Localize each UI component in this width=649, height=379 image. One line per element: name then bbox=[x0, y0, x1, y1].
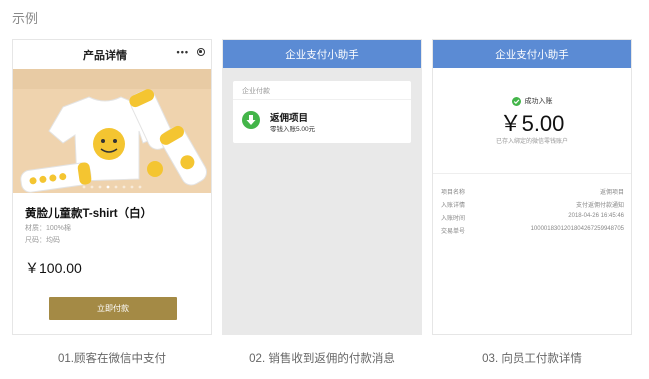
detail-value: 支付返佣付款通知 bbox=[575, 203, 624, 209]
message-title: 返佣项目 bbox=[270, 113, 309, 124]
detail-value: 返佣项目 bbox=[599, 190, 624, 196]
card-label: 企业付款 bbox=[242, 88, 270, 95]
section-title: 示例 bbox=[12, 11, 39, 26]
card-divider bbox=[233, 99, 411, 100]
product-material: 材质：100%棉 bbox=[25, 225, 71, 232]
carousel-dot[interactable] bbox=[138, 185, 142, 189]
product-name: 黄脸儿童款T-shirt（白） bbox=[25, 208, 153, 220]
carousel-dot[interactable] bbox=[90, 185, 94, 189]
assistant-header: 企业支付小助手 bbox=[223, 40, 421, 68]
page-title: 产品详情 bbox=[83, 49, 127, 62]
payment-message-screen: 企业支付小助手 企业付款 返佣项目 零钱入账5.00元 bbox=[222, 39, 422, 335]
detail-row: 交易单号 1000018301201804267259948705 bbox=[441, 226, 624, 238]
detail-key: 入账详情 bbox=[441, 203, 466, 209]
carousel-dot[interactable] bbox=[82, 185, 86, 189]
status-text: 成功入账 bbox=[524, 98, 553, 105]
product-detail-header: 产品详情 ••• bbox=[13, 40, 211, 69]
caption-step-2: 02. 销售收到返佣的付款消息 bbox=[249, 353, 395, 365]
status-row: 成功入账 bbox=[433, 96, 631, 106]
payment-amount: ￥5.00 bbox=[499, 111, 565, 136]
carousel-dot[interactable] bbox=[114, 185, 118, 189]
payment-message-card[interactable]: 企业付款 返佣项目 零钱入账5.00元 bbox=[233, 81, 411, 143]
payment-detail-screen: 企业支付小助手 成功入账 ￥5.00 已存入绑定的微信零钱账户 项目名称 返佣项目… bbox=[432, 39, 632, 335]
detail-key: 入账时间 bbox=[441, 216, 466, 222]
mini-program-capsule: ••• bbox=[177, 47, 205, 57]
download-arrow-icon bbox=[242, 111, 260, 129]
product-detail-screen: 产品详情 ••• 黄脸儿童款T-shirt（白） 材质：100%棉 尺码：均码 … bbox=[12, 39, 212, 335]
product-size: 尺码：均码 bbox=[25, 237, 60, 244]
success-check-icon bbox=[511, 96, 521, 106]
detail-row: 入账详情 支付返佣付款通知 bbox=[441, 200, 624, 212]
capsule-close-icon[interactable] bbox=[197, 48, 205, 56]
pay-now-button[interactable]: 立即付款 bbox=[49, 297, 177, 320]
detail-value: 2018-04-26 16:45:46 bbox=[568, 213, 624, 219]
detail-value: 1000018301201804267259948705 bbox=[530, 226, 624, 232]
carousel-dot[interactable] bbox=[106, 185, 110, 189]
carousel-dot[interactable] bbox=[122, 185, 126, 189]
carousel-dot[interactable] bbox=[130, 185, 134, 189]
more-dots-icon[interactable]: ••• bbox=[177, 47, 189, 57]
detail-row: 入账时间 2018-04-26 16:45:46 bbox=[441, 213, 624, 225]
assistant-header: 企业支付小助手 bbox=[433, 40, 631, 68]
caption-step-1: 01.顾客在微信中支付 bbox=[58, 353, 166, 365]
message-subtitle: 零钱入账5.00元 bbox=[270, 126, 316, 133]
detail-key: 项目名称 bbox=[441, 190, 466, 196]
caption-step-3: 03. 向员工付款详情 bbox=[482, 353, 582, 365]
detail-row: 项目名称 返佣项目 bbox=[441, 187, 624, 199]
product-price: ￥100.00 bbox=[25, 260, 82, 276]
product-image[interactable] bbox=[13, 69, 211, 193]
carousel-dot[interactable] bbox=[98, 185, 102, 189]
amount-note: 已存入绑定的微信零钱账户 bbox=[495, 139, 568, 145]
detail-key: 交易单号 bbox=[441, 229, 466, 235]
detail-divider bbox=[433, 173, 631, 174]
